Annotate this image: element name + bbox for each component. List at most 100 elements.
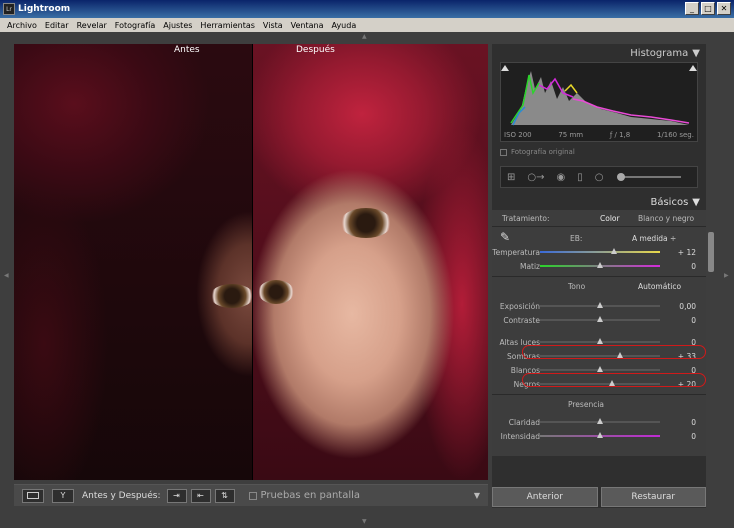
- reset-button[interactable]: Restaurar: [600, 487, 706, 507]
- minimize-button[interactable]: _: [685, 2, 699, 15]
- slider-thumb[interactable]: [597, 418, 603, 424]
- right-panel-toggle-icon[interactable]: ▶: [724, 272, 729, 279]
- original-photo-checkbox[interactable]: [500, 148, 507, 156]
- eyedropper-icon[interactable]: ✎: [500, 230, 510, 244]
- slider-label: Claridad: [508, 417, 540, 427]
- photo-comparison-view[interactable]: Antes Después: [14, 44, 488, 480]
- slider-value[interactable]: 0: [691, 418, 696, 427]
- iso-value: ISO 200: [504, 131, 532, 139]
- window-controls: _ □ ✕: [685, 2, 731, 15]
- crop-tool-icon[interactable]: ⊞: [507, 172, 515, 183]
- menu-archivo[interactable]: Archivo: [3, 21, 41, 30]
- left-panel-toggle-icon[interactable]: ◀: [4, 272, 9, 279]
- slider-thumb[interactable]: [597, 302, 603, 308]
- title-bar: Lr Lightroom _ □ ✕: [0, 0, 734, 18]
- before-after-label: Antes y Después:: [82, 490, 161, 501]
- slider-row-temperatura: Temperatura + 12: [492, 246, 706, 258]
- basic-title: Básicos: [650, 196, 689, 208]
- loupe-view-button[interactable]: [22, 488, 44, 503]
- red-eye-tool-icon[interactable]: ◉: [557, 172, 566, 183]
- panel-scrollbar[interactable]: [708, 232, 714, 272]
- histogram-chart: ISO 200 75 mm ƒ / 1,8 1/160 seg.: [500, 62, 698, 142]
- basic-panel: Básicos ▼ Tratamiento: Color Blanco y ne…: [492, 194, 706, 456]
- slider-label: Temperatura: [492, 247, 540, 257]
- wb-select[interactable]: A medida ÷: [632, 234, 676, 243]
- presence-row: Presencia: [492, 398, 706, 410]
- maximize-button[interactable]: □: [701, 2, 715, 15]
- brush-tool-slider[interactable]: [617, 173, 682, 181]
- slider-track[interactable]: [540, 418, 660, 424]
- after-eye-right: [340, 208, 392, 238]
- menu-editar[interactable]: Editar: [41, 21, 73, 30]
- after-label: Después: [296, 45, 335, 55]
- bottom-panel-toggle-icon[interactable]: ▼: [362, 518, 367, 525]
- radial-filter-tool-icon[interactable]: ○: [595, 172, 604, 183]
- histogram-title: Histograma: [630, 47, 689, 59]
- collapse-triangle-icon: ▼: [692, 196, 700, 208]
- slider-thumb[interactable]: [597, 262, 603, 268]
- wb-label: EB:: [570, 233, 583, 243]
- original-photo-row[interactable]: Fotografía original: [500, 146, 698, 158]
- close-button[interactable]: ✕: [717, 2, 731, 15]
- after-photo: [252, 44, 488, 480]
- swap-before-after-button[interactable]: ⇅: [214, 488, 235, 503]
- split-mode-icon: Y: [60, 491, 66, 500]
- swap-icon: ⇅: [221, 491, 228, 500]
- slider-track[interactable]: [540, 432, 660, 438]
- graduated-filter-tool-icon[interactable]: ▯: [577, 172, 583, 183]
- slider-track[interactable]: [540, 338, 660, 344]
- shutter-value: 1/160 seg.: [656, 131, 694, 139]
- treatment-color-option[interactable]: Color: [600, 214, 620, 223]
- bottom-toolbar: Y Antes y Después: ⇥ ⇤ ⇅ Pruebas en pant…: [14, 484, 488, 506]
- histogram-header[interactable]: Histograma ▼: [492, 44, 706, 62]
- slider-value[interactable]: 0,00: [679, 302, 696, 311]
- slider-track[interactable]: [540, 302, 660, 308]
- slider-thumb[interactable]: [597, 366, 603, 372]
- slider-value[interactable]: + 12: [678, 248, 696, 257]
- menu-ajustes[interactable]: Ajustes: [159, 21, 196, 30]
- soft-proofing-checkbox[interactable]: [248, 491, 257, 500]
- copy-before-to-after-button[interactable]: ⇥: [166, 488, 187, 503]
- slider-thumb[interactable]: [597, 432, 603, 438]
- slider-row-contraste: Contraste 0: [492, 314, 706, 326]
- slider-track[interactable]: [540, 262, 660, 268]
- slider-track[interactable]: [540, 366, 660, 372]
- previous-button[interactable]: Anterior: [492, 487, 598, 507]
- treatment-bw-option[interactable]: Blanco y negro: [638, 214, 694, 223]
- slider-track[interactable]: [540, 248, 660, 254]
- menu-herramientas[interactable]: Herramientas: [196, 21, 259, 30]
- menu-revelar[interactable]: Revelar: [73, 21, 111, 30]
- spot-removal-tool-icon[interactable]: ○→: [527, 172, 544, 183]
- slider-thumb[interactable]: [611, 248, 618, 254]
- slider-label: Exposición: [499, 301, 540, 311]
- slider-value[interactable]: 0: [691, 432, 696, 441]
- copy-after-to-before-button[interactable]: ⇤: [190, 488, 211, 503]
- auto-tone-button[interactable]: Automático: [638, 282, 681, 291]
- exif-info: ISO 200 75 mm ƒ / 1,8 1/160 seg.: [504, 131, 694, 139]
- before-after-mode-button[interactable]: Y: [52, 488, 74, 503]
- slider-track[interactable]: [540, 316, 660, 322]
- menu-ayuda[interactable]: Ayuda: [328, 21, 361, 30]
- slider-thumb[interactable]: [597, 316, 603, 322]
- menu-fotografia[interactable]: Fotografía: [111, 21, 159, 30]
- before-label: Antes: [174, 45, 200, 55]
- separator: [492, 276, 706, 277]
- before-eye: [210, 284, 254, 308]
- arrow-left-icon: ⇤: [197, 491, 204, 500]
- slider-row-exposición: Exposición 0,00: [492, 300, 706, 312]
- focal-length-value: 75 mm: [558, 131, 584, 139]
- slider-label: Intensidad: [500, 431, 540, 441]
- toolbar-menu-icon[interactable]: ▼: [474, 491, 480, 500]
- slider-value[interactable]: 0: [691, 262, 696, 271]
- panel-buttons: Anterior Restaurar: [492, 487, 706, 507]
- top-panel-toggle-icon[interactable]: ▲: [362, 33, 367, 40]
- menu-ventana[interactable]: Ventana: [287, 21, 328, 30]
- tone-row: Tono Automático: [492, 280, 706, 292]
- window-title: Lightroom: [18, 4, 71, 14]
- basic-header[interactable]: Básicos ▼: [492, 194, 706, 210]
- separator: [492, 226, 706, 227]
- menu-vista[interactable]: Vista: [259, 21, 287, 30]
- slider-thumb[interactable]: [597, 338, 603, 344]
- slider-value[interactable]: 0: [691, 316, 696, 325]
- original-photo-label: Fotografía original: [511, 148, 575, 156]
